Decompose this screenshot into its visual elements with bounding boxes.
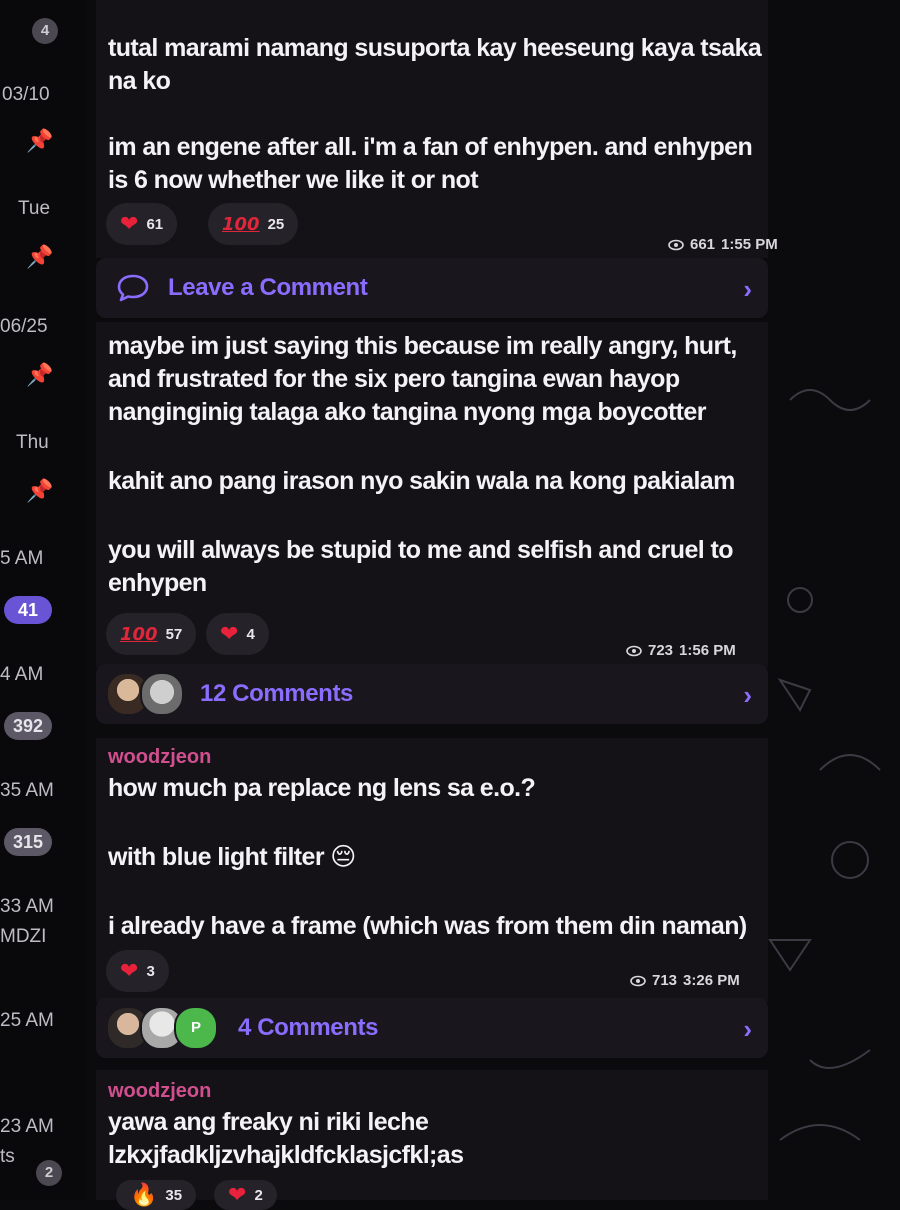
post-text-spacer — [108, 498, 768, 534]
post-text-line: you will always be stupid to me and self… — [108, 536, 733, 564]
post-text-line: lzkxjfadkljzvhajkldfcklasjcfkl;as — [108, 1141, 464, 1169]
post-text-spacer — [108, 874, 768, 910]
comment-bubble-icon — [117, 274, 149, 302]
chat-date: Tue — [18, 198, 51, 219]
leave-comment-button[interactable]: Leave a Comment › — [96, 258, 768, 318]
reaction-chip[interactable]: ❤ 61 — [106, 203, 178, 245]
reaction-chip[interactable]: ❤ 2 — [214, 1180, 277, 1210]
post-text: how much pa replace ng lens sa e.o.? wit… — [108, 772, 768, 943]
background-doodle-pattern — [768, 389, 881, 1141]
post-text-line: how much pa replace ng lens sa e.o.? — [108, 774, 536, 802]
pin-icon: 📌 — [26, 478, 54, 503]
avatar: P — [174, 1006, 218, 1050]
post-text-line: im an engene after all. i'm a fan of enh… — [108, 133, 753, 161]
post-text-line: maybe im just saying this because im rea… — [108, 332, 737, 360]
chat-time: 23 AM — [0, 1116, 54, 1137]
reaction-count: 4 — [246, 625, 255, 643]
chat-date: Thu — [16, 432, 49, 453]
reaction-count: 35 — [165, 1186, 183, 1204]
unread-count-badge: 41 — [4, 596, 52, 624]
post-meta: 713 3:26 PM — [630, 972, 740, 989]
post-text-line: tutal marami namang susuporta kay heeseu… — [108, 34, 762, 62]
commenter-avatars — [106, 672, 184, 716]
comment-button-label: Leave a Comment — [168, 274, 368, 301]
reaction-count: 57 — [165, 625, 183, 643]
heart-icon: ❤ — [120, 211, 139, 236]
unread-count-badge: 2 — [36, 1160, 62, 1186]
post-text-line: enhypen — [108, 569, 207, 597]
chat-time: 25 AM — [0, 1010, 54, 1031]
chat-date: 03/10 — [2, 84, 50, 105]
reaction-chip[interactable]: ❤ 4 — [206, 613, 269, 655]
post-time: 1:56 PM — [679, 642, 736, 659]
avatar — [140, 672, 184, 716]
post-text-line: nanginginig talaga ako tangina nyong mga… — [108, 398, 706, 426]
post-text: yawa ang freaky ni riki leche lzkxjfadkl… — [108, 1106, 528, 1172]
commenter-avatars: P — [106, 1006, 218, 1050]
chevron-right-icon: › — [743, 274, 752, 304]
reaction-count: 25 — [267, 215, 285, 233]
chat-preview: MDZI — [0, 926, 47, 947]
fire-icon: 🔥 — [130, 1182, 158, 1207]
reaction-chip[interactable]: ❤ 3 — [106, 950, 169, 992]
hundred-points-icon: 100 — [222, 213, 260, 235]
pin-icon: 📌 — [26, 244, 54, 269]
post-text-spacer — [108, 98, 768, 131]
reaction-count: 61 — [146, 215, 164, 233]
post-text: tutal marami namang susuporta kay heeseu… — [108, 32, 768, 197]
pin-icon: 📌 — [26, 128, 54, 153]
eye-icon — [630, 975, 646, 986]
chevron-right-icon: › — [743, 1014, 752, 1044]
post-text-line: and frustrated for the six pero tangina … — [108, 365, 680, 393]
chat-time: 35 AM — [0, 780, 54, 801]
unread-count-badge: 4 — [32, 18, 58, 44]
comments-button[interactable]: P 4 Comments › — [96, 998, 768, 1058]
chat-preview: ts — [0, 1146, 15, 1167]
chat-time: 4 AM — [0, 664, 44, 685]
reaction-chip[interactable]: 100 25 — [208, 203, 299, 245]
post-text-line: is 6 now whether we like it or not — [108, 166, 479, 194]
comment-button-label: 4 Comments — [238, 1014, 379, 1041]
reaction-chip[interactable]: 🔥 35 — [116, 1180, 197, 1210]
view-count: 661 — [690, 236, 716, 253]
post-time: 1:55 PM — [721, 236, 778, 253]
post-time: 3:26 PM — [683, 972, 740, 989]
reaction-chip[interactable]: 100 57 — [106, 613, 197, 655]
post-meta: 723 1:56 PM — [626, 642, 736, 659]
post-text-line: i already have a frame (which was from t… — [108, 912, 747, 940]
post-text-line: na ko — [108, 67, 171, 95]
post-text-line: yawa ang freaky ni riki leche — [108, 1108, 429, 1136]
reaction-count: 3 — [146, 962, 155, 980]
chat-date: 06/25 — [0, 316, 48, 337]
post-author[interactable]: woodzjeon — [108, 746, 211, 769]
post-text-line: with blue light filter 😔 — [108, 843, 356, 871]
eye-icon — [626, 645, 642, 656]
chat-time: 5 AM — [0, 548, 44, 569]
heart-icon: ❤ — [220, 621, 239, 646]
heart-icon: ❤ — [120, 958, 139, 983]
eye-icon — [668, 239, 684, 250]
heart-icon: ❤ — [228, 1182, 247, 1207]
post-text-spacer — [108, 429, 768, 465]
view-count: 723 — [648, 642, 674, 659]
comment-button-label: 12 Comments — [200, 680, 353, 707]
post-text-line: kahit ano pang irason nyo sakin wala na … — [108, 467, 735, 495]
post-text: maybe im just saying this because im rea… — [108, 330, 768, 600]
pin-icon: 📌 — [26, 362, 54, 387]
view-count: 713 — [652, 972, 678, 989]
post-text-spacer — [108, 805, 768, 841]
post-meta: 661 1:55 PM — [668, 236, 778, 253]
post-author[interactable]: woodzjeon — [108, 1080, 211, 1103]
chevron-right-icon: › — [743, 680, 752, 710]
unread-count-badge: 392 — [4, 712, 52, 740]
unread-count-badge: 315 — [4, 828, 52, 856]
hundred-points-icon: 100 — [120, 623, 158, 645]
chat-list-edge[interactable]: 4 03/10 📌 Tue 📌 06/25 📌 Thu 📌 5 AM 41 4 … — [0, 0, 86, 1200]
comments-button[interactable]: 12 Comments › — [96, 664, 768, 724]
reaction-count: 2 — [254, 1186, 263, 1204]
chat-time: 33 AM — [0, 896, 54, 917]
